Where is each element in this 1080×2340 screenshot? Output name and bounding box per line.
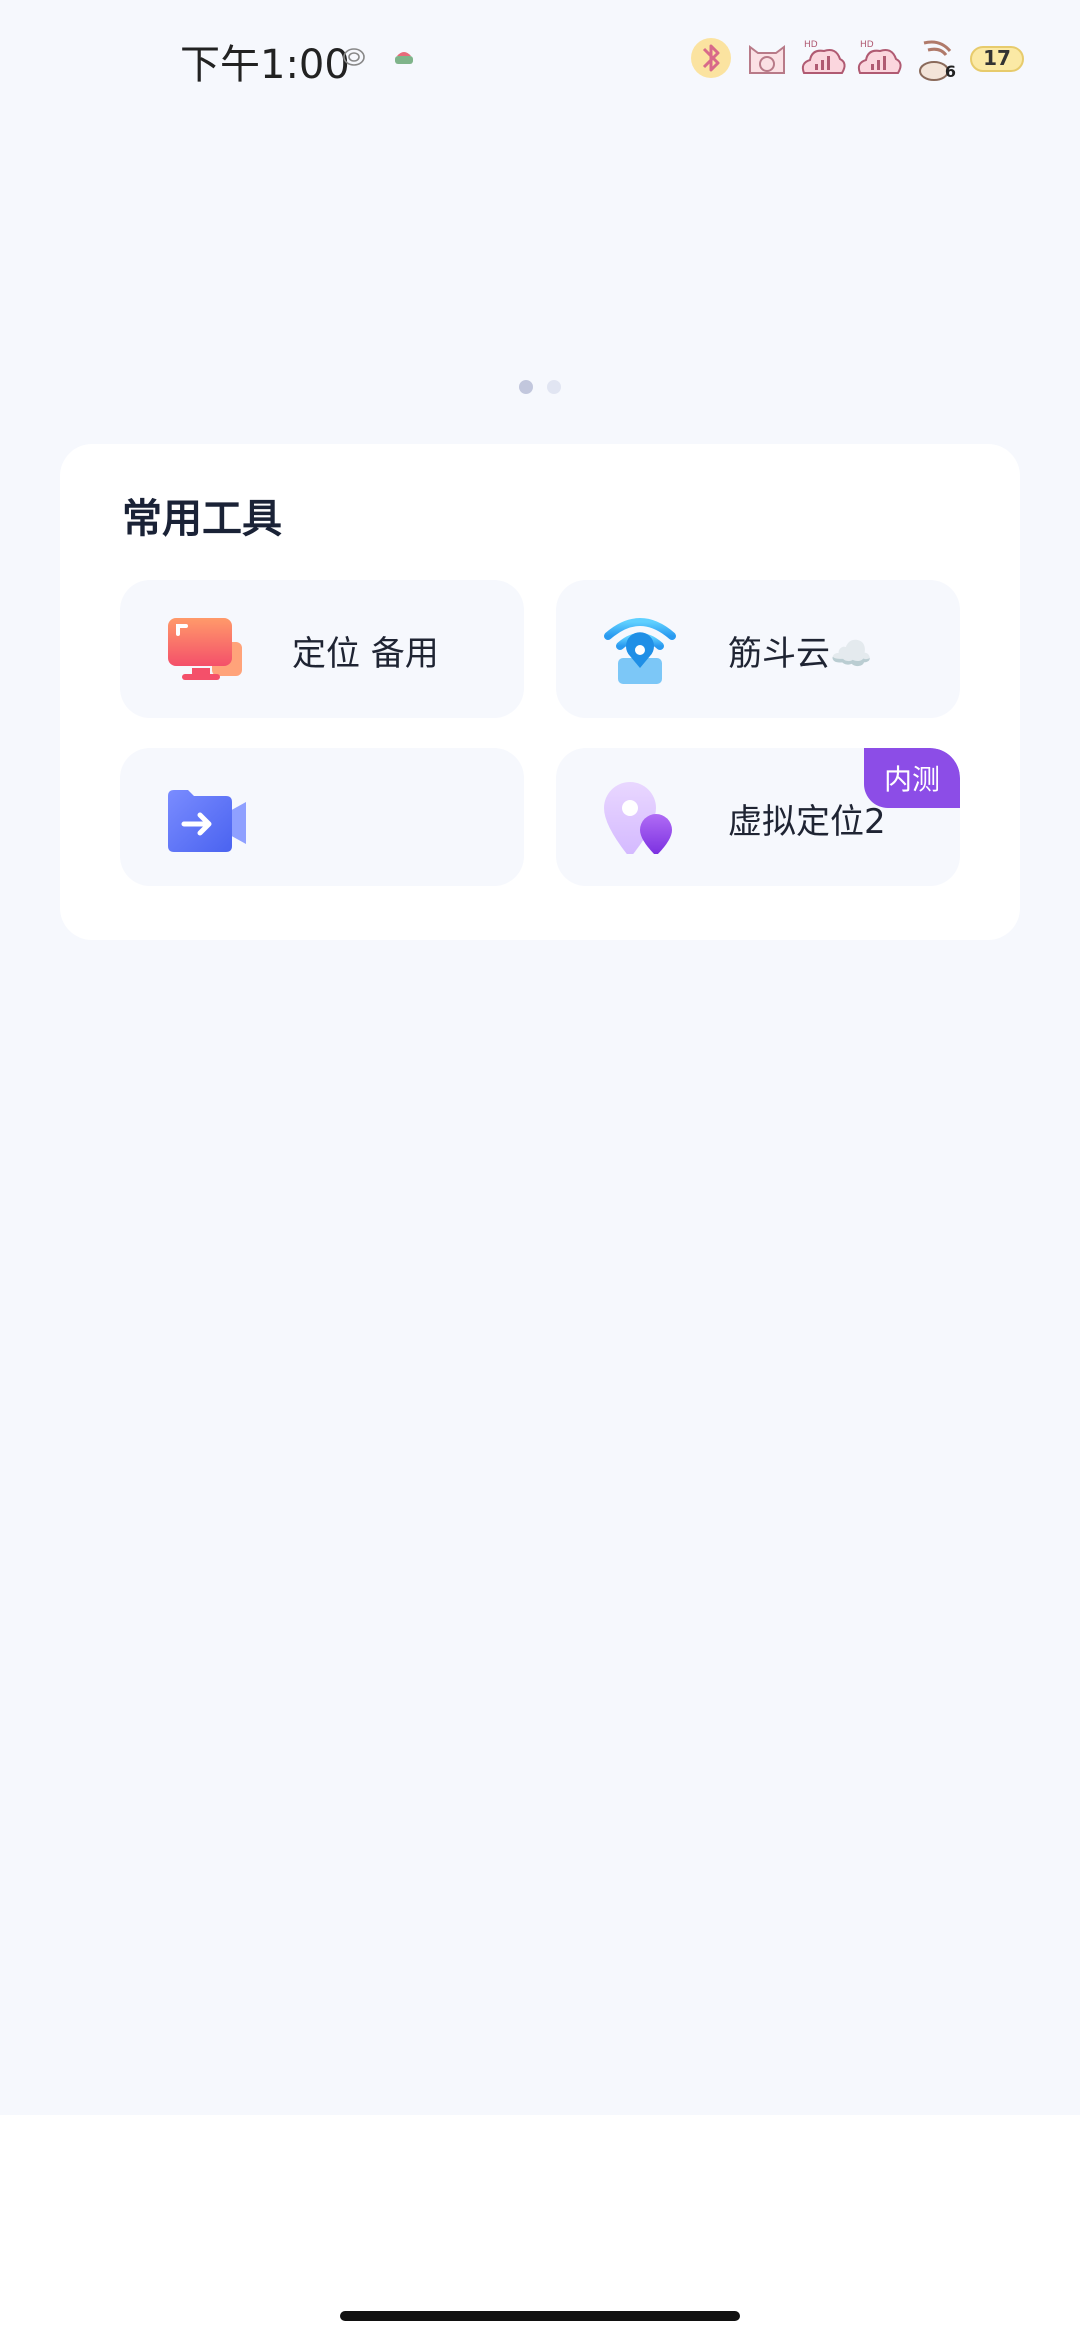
wifi-cloud-icon [604,618,676,684]
tool-virtual-location-2[interactable]: 虚拟定位2 内测 [556,748,960,886]
tool-video-transfer[interactable] [120,748,524,886]
pagination-dot-1[interactable] [519,380,533,394]
signal-hd-icon-2: HD [857,40,902,74]
home-indicator[interactable] [340,2311,740,2321]
tool-label: 虚拟定位2 [728,802,886,842]
status-time: 下午1:00 [180,42,350,88]
spiral-notification-icon [343,48,365,66]
sushi-notification-icon [395,52,413,64]
wifi-sub-number: 6 [944,62,956,81]
pagination-dot-2[interactable] [547,380,561,394]
wifi-status: 6 [910,33,960,83]
tool-label: 定位 备用 [292,634,439,674]
screen-background: 下午1:00 HD HD 6 17 常用工具 定位 备用 筋斗云☁️ 虚拟定位2… [0,0,1080,2115]
alarm-cat-icon [749,45,785,74]
status-bar: 下午1:00 HD HD 6 17 [0,0,1080,120]
common-tools-card: 常用工具 定位 备用 筋斗云☁️ 虚拟定位2 内测 [60,444,1020,940]
video-folder-icon [168,790,246,852]
status-icons: HD HD 6 17 [686,28,1028,88]
monitor-icon [168,618,242,680]
navigation-area [0,2115,1080,2340]
tool-jindouyun[interactable]: 筋斗云☁️ [556,580,960,718]
carousel-pagination [0,380,1080,394]
location-pin-icon [604,782,672,854]
bluetooth-icon [691,38,731,78]
tool-label: 筋斗云☁️ [728,634,873,674]
battery-indicator: 17 [966,38,1028,78]
svg-text:HD: HD [860,40,874,50]
svg-text:HD: HD [804,40,818,50]
tool-location-backup[interactable]: 定位 备用 [120,580,524,718]
battery-level: 17 [983,46,1011,70]
section-title: 常用工具 [122,496,282,542]
signal-hd-icon-1: HD [801,40,846,74]
beta-badge: 内测 [864,748,960,808]
